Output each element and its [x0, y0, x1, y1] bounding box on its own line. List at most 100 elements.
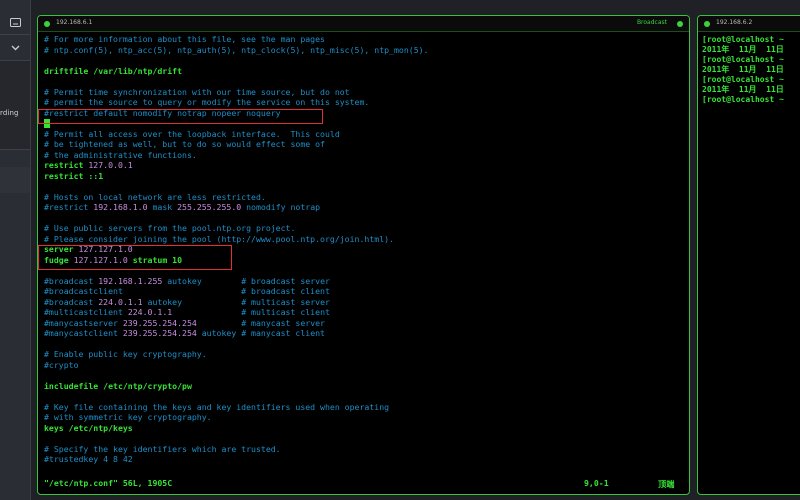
- terminal-line: # For more information about this file, …: [44, 34, 429, 45]
- line-text: # Specify the key identifiers which are …: [44, 443, 281, 454]
- terminal-line: #manycastserver 239.255.254.254 # manyca…: [44, 318, 429, 329]
- main-terminal-window[interactable]: 192.168.6.1 Broadcast # For more informa…: [37, 15, 690, 495]
- line-text: # Enable public key cryptography.: [44, 349, 207, 359]
- terminal-line: # Key file containing the keys and key i…: [44, 402, 429, 413]
- line-text: #multicastclient: [44, 307, 128, 317]
- line-text: # Permit time synchronization with our t…: [44, 86, 350, 97]
- terminal-line: # be tightened as well, but to do so wou…: [44, 139, 429, 150]
- line-text: 127.0.0.1: [88, 160, 133, 170]
- line-text: #trustedkey 4 8 42: [44, 454, 133, 464]
- status-dot-icon: [44, 21, 50, 27]
- vim-status-line: "/etc/ntp.conf" 56L, 1905C 9,0-1 顶端: [44, 478, 683, 490]
- terminal-line: # with symmetric key cryptography.: [44, 412, 429, 423]
- terminal-line: [root@localhost ~: [702, 95, 784, 104]
- line-text: mask: [147, 202, 178, 212]
- status-file: "/etc/ntp.conf" 56L, 1905C: [44, 478, 173, 488]
- line-text: # with symmetric key cryptography.: [44, 412, 212, 422]
- line-text: #crypto: [44, 359, 79, 370]
- terminal-line: #broadcast 224.0.1.1 autokey # multicast…: [44, 297, 429, 308]
- line-text: autokey # broadcast server: [162, 275, 330, 286]
- terminal-line: #restrict 192.168.1.0 mask 255.255.255.0…: [44, 202, 429, 213]
- terminal-title: 192.168.6.2: [716, 19, 753, 26]
- line-text: # the administrative functions.: [44, 149, 197, 160]
- line-text: #broadcast: [44, 296, 99, 307]
- terminal-titlebar: 192.168.6.2: [698, 16, 800, 32]
- status-dot-icon[interactable]: [677, 21, 683, 27]
- terminal-line: keys /etc/ntp/keys: [44, 423, 429, 434]
- terminal-line: #crypto: [44, 360, 429, 371]
- terminal-line: #trustedkey 4 8 42: [44, 454, 429, 465]
- line-text: # multicast client: [172, 307, 330, 317]
- divider: [0, 34, 30, 35]
- line-text: includefile /etc/ntp/crypto/pw: [44, 380, 192, 391]
- line-text: # Use public servers from the pool.ntp.o…: [44, 223, 296, 233]
- terminal-line: #broadcast 192.168.1.255 autokey # broad…: [44, 276, 429, 287]
- line-text: # permit the source to query or modify t…: [44, 97, 370, 107]
- line-text: autokey # multicast server: [142, 296, 330, 307]
- terminal-line: # permit the source to query or modify t…: [44, 97, 429, 108]
- line-text: # Permit all access over the loopback in…: [44, 128, 340, 139]
- terminal-line: driftfile /var/lib/ntp/drift: [44, 66, 429, 77]
- line-text: driftfile /var/lib/ntp/drift: [44, 65, 183, 76]
- terminal-line: #broadcastclient # broadcast client: [44, 286, 429, 297]
- panel-block: [0, 167, 30, 193]
- line-text: 239.255.254.254: [122, 317, 197, 328]
- terminal-line: 2011年 11月 11日: [702, 45, 784, 54]
- second-terminal-window[interactable]: 192.168.6.2 [root@localhost ~2011年 11月 1…: [697, 15, 800, 495]
- status-scroll: 顶端: [658, 479, 675, 489]
- broadcast-label[interactable]: Broadcast: [637, 19, 667, 26]
- highlight-box-restrict: [38, 109, 323, 124]
- line-text: 192.168.1.255: [98, 275, 163, 286]
- line-text: # Hosts on local network are less restri…: [44, 191, 266, 202]
- line-text: 224.0.1.1: [127, 307, 173, 317]
- line-text: # ntp.conf(5), ntp_acc(5), ntp_auth(5), …: [44, 44, 429, 55]
- window-icon[interactable]: [0, 10, 30, 34]
- line-text: autokey # manycast client: [196, 328, 325, 338]
- line-text: #broadcast: [44, 275, 99, 286]
- chevron-down-icon[interactable]: [0, 36, 30, 60]
- status-position: 9,0-1: [584, 478, 609, 488]
- line-text: 239.255.254.254: [122, 328, 197, 338]
- line-text: 192.168.1.0: [93, 202, 148, 212]
- line-text: restrict ::1: [44, 170, 104, 181]
- terminal-line: # the administrative functions.: [44, 150, 429, 161]
- line-text: #restrict: [44, 202, 94, 212]
- terminal-line: # Specify the key identifiers which are …: [44, 444, 429, 455]
- line-text: 224.0.1.1: [98, 296, 143, 307]
- terminal-line: restrict 127.0.0.1: [44, 160, 429, 171]
- line-text: #broadcastclient # broadcast client: [44, 286, 330, 296]
- terminal-line: [root@localhost ~: [702, 75, 784, 84]
- terminal-line: # ntp.conf(5), ntp_acc(5), ntp_auth(5), …: [44, 45, 429, 56]
- terminal-line: # Hosts on local network are less restri…: [44, 192, 429, 203]
- terminal-line: [root@localhost ~: [702, 55, 784, 64]
- terminal-line: restrict ::1: [44, 171, 429, 182]
- terminal-line: #multicastclient 224.0.1.1 # multicast c…: [44, 307, 429, 318]
- terminal-line: # Use public servers from the pool.ntp.o…: [44, 223, 429, 234]
- terminal-line: # Permit all access over the loopback in…: [44, 129, 429, 140]
- line-text: 255.255.255.0: [177, 202, 242, 212]
- panel-partial-text: rding: [0, 109, 19, 117]
- line-text: keys /etc/ntp/keys: [44, 422, 133, 433]
- terminal-line: # Please consider joining the pool (http…: [44, 234, 429, 245]
- status-dot-icon: [704, 21, 710, 27]
- terminal-content[interactable]: [root@localhost ~2011年 11月 11日 [root@loca…: [702, 35, 784, 105]
- terminal-line: includefile /etc/ntp/crypto/pw: [44, 381, 429, 392]
- divider: [0, 149, 30, 150]
- terminal-title: 192.168.6.1: [56, 19, 93, 26]
- highlight-box-server-fudge: [38, 245, 232, 270]
- line-text: restrict: [44, 160, 89, 170]
- terminal-line: #manycastclient 239.255.254.254 autokey …: [44, 328, 429, 339]
- line-text: # be tightened as well, but to do so wou…: [44, 139, 325, 149]
- line-text: # For more information about this file, …: [44, 34, 325, 44]
- terminal-line: 2011年 11月 11日: [702, 85, 784, 94]
- terminal-titlebar: 192.168.6.1 Broadcast: [38, 16, 689, 32]
- line-text: # Key file containing the keys and key i…: [44, 401, 390, 412]
- line-text: #manycastserver: [44, 317, 123, 328]
